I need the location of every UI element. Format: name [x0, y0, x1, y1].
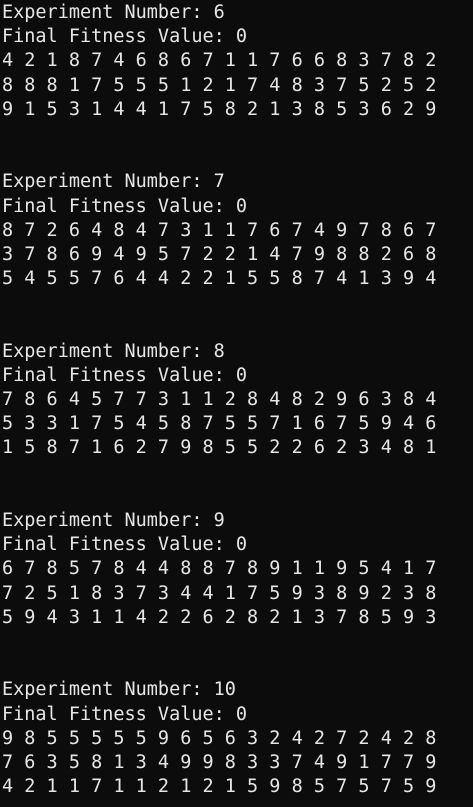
- experiment-block-8: Experiment Number: 8 Final Fitness Value…: [2, 340, 473, 461]
- experiment-number-line: Experiment Number: 9: [2, 509, 225, 531]
- chromosome-row: 9 1 5 3 1 4 4 1 7 5 8 2 1 3 8 5 3 6 2 9: [2, 98, 437, 120]
- fitness-value-line: Final Fitness Value: 0: [2, 364, 248, 386]
- chromosome-row: 9 8 5 5 5 5 5 9 6 5 6 3 2 4 2 7 2 4 2 8: [2, 727, 437, 749]
- experiment-block-6: Experiment Number: 6 Final Fitness Value…: [2, 1, 473, 122]
- fitness-value-line: Final Fitness Value: 0: [2, 195, 248, 217]
- chromosome-row: 5 4 5 5 7 6 4 4 2 2 1 5 5 8 7 4 1 3 9 4: [2, 268, 437, 290]
- experiment-block-10: Experiment Number: 10 Final Fitness Valu…: [2, 678, 473, 799]
- chromosome-row: 7 2 5 1 8 3 7 3 4 4 1 7 5 9 3 8 9 2 3 8: [2, 582, 437, 604]
- experiment-number-line: Experiment Number: 6: [2, 2, 225, 23]
- chromosome-row: 4 2 1 8 7 4 6 8 6 7 1 1 7 6 6 8 3 7 8 2: [2, 50, 437, 72]
- terminal-output[interactable]: Experiment Number: 6 Final Fitness Value…: [0, 0, 473, 807]
- chromosome-row: 8 8 8 1 7 5 5 5 1 2 1 7 4 8 3 7 5 2 5 2: [2, 74, 437, 96]
- chromosome-row: 7 8 6 4 5 7 7 3 1 1 2 8 4 8 2 9 6 3 8 4: [2, 389, 437, 411]
- experiment-number-line: Experiment Number: 7: [2, 171, 225, 193]
- experiment-block-9: Experiment Number: 9 Final Fitness Value…: [2, 509, 473, 630]
- fitness-value-line: Final Fitness Value: 0: [2, 534, 248, 556]
- chromosome-row: 6 7 8 5 7 8 4 4 8 8 7 8 9 1 1 9 5 4 1 7: [2, 558, 437, 580]
- chromosome-row: 5 3 3 1 7 5 4 5 8 7 5 5 7 1 6 7 5 9 4 6: [2, 413, 437, 435]
- chromosome-row: 5 9 4 3 1 1 4 2 2 6 2 8 2 1 3 7 8 5 9 3: [2, 606, 437, 628]
- fitness-value-line: Final Fitness Value: 0: [2, 26, 248, 48]
- fitness-value-line: Final Fitness Value: 0: [2, 703, 248, 725]
- chromosome-row: 7 6 3 5 8 1 3 4 9 9 8 3 3 7 4 9 1 7 7 9: [2, 751, 437, 773]
- experiment-number-line: Experiment Number: 10: [2, 679, 236, 701]
- chromosome-row: 1 5 8 7 1 6 2 7 9 8 5 5 2 2 6 2 3 4 8 1: [2, 437, 437, 459]
- chromosome-row: 3 7 8 6 9 4 9 5 7 2 2 1 4 7 9 8 8 2 6 8: [2, 243, 437, 265]
- chromosome-row: 8 7 2 6 4 8 4 7 3 1 1 7 6 7 4 9 7 8 6 7: [2, 219, 437, 241]
- chromosome-row: 4 2 1 1 7 1 1 2 1 2 1 5 9 8 5 7 5 7 5 9: [2, 776, 437, 798]
- experiment-block-7: Experiment Number: 7 Final Fitness Value…: [2, 170, 473, 291]
- experiment-number-line: Experiment Number: 8: [2, 340, 225, 362]
